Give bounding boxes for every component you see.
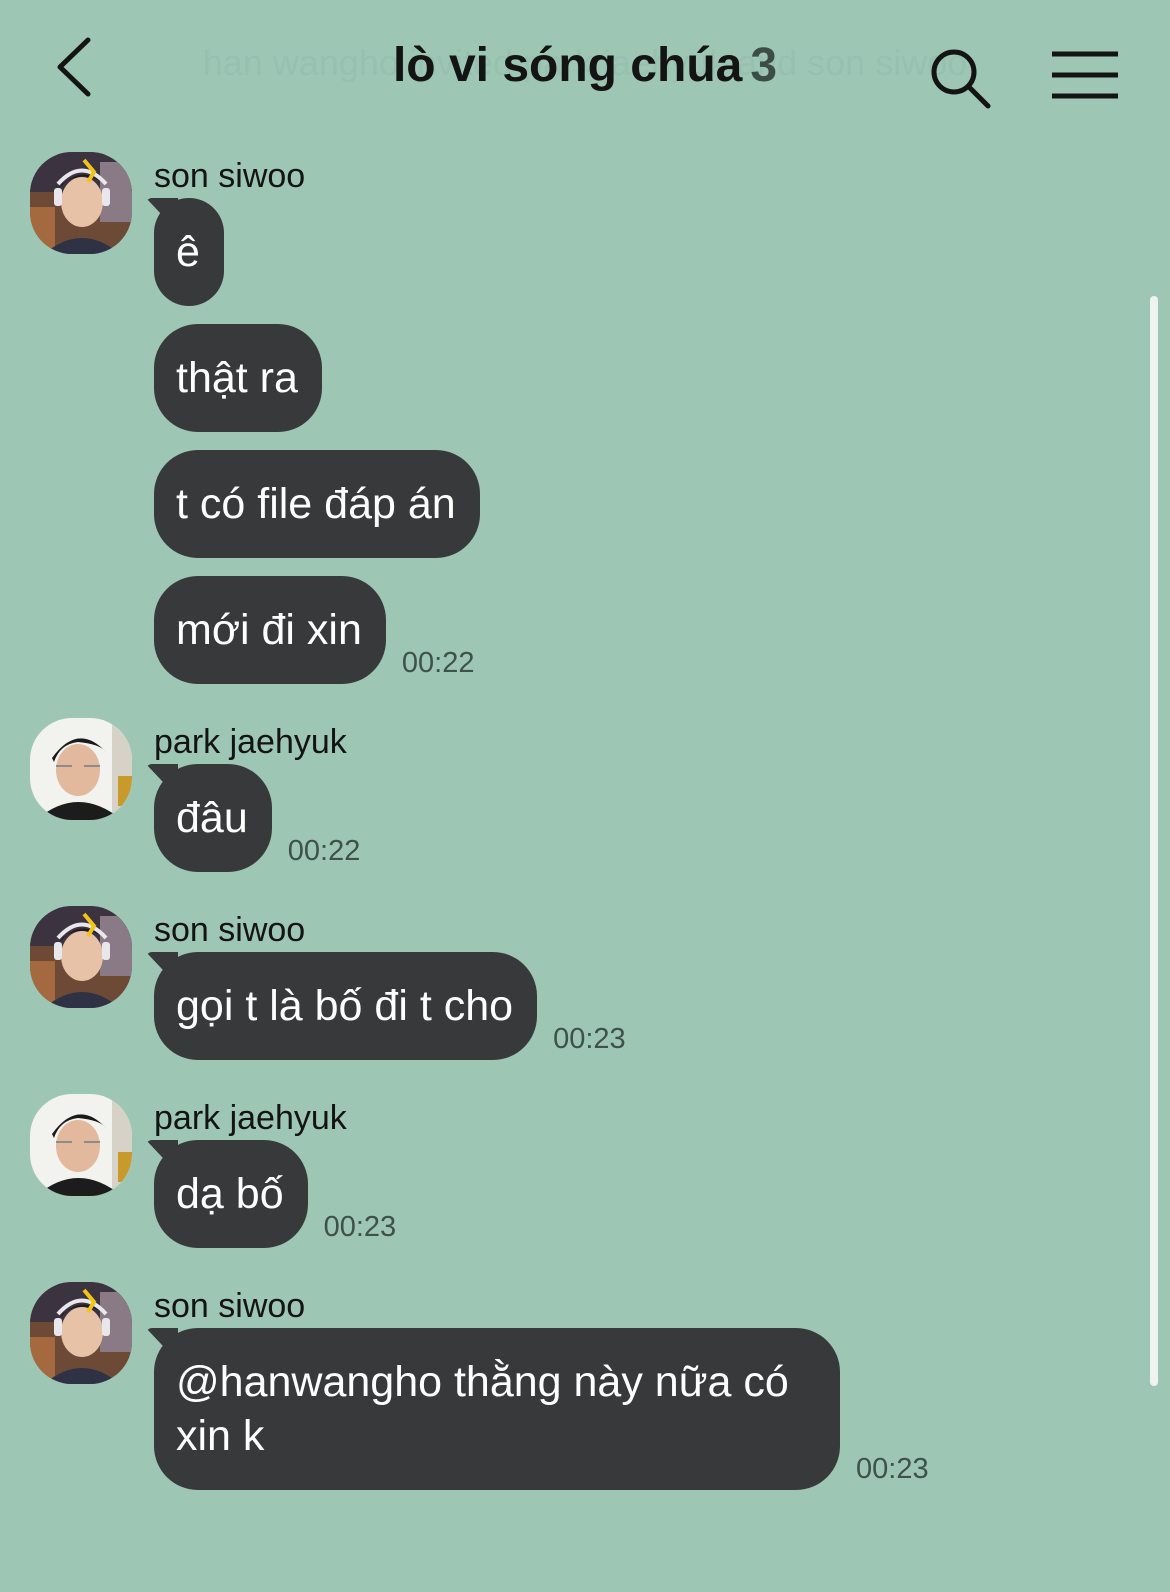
chat-title-area[interactable]: han wangho invited park jaehyuk and son …	[180, 30, 990, 110]
message-timestamp: 00:22	[401, 647, 475, 679]
message-row: ê	[154, 198, 1140, 306]
message-bubble[interactable]: t có file đáp án	[154, 450, 480, 558]
message-bubble[interactable]: @hanwangho thằng này nữa có xin k	[154, 1328, 840, 1490]
menu-button[interactable]	[1050, 48, 1120, 104]
sender-name: park jaehyuk	[154, 723, 347, 761]
message-group: son siwoo gọi t là bố đi t cho 00:23	[0, 894, 1140, 1060]
avatar-park-jaehyuk[interactable]	[30, 718, 132, 820]
message-timestamp: 00:23	[323, 1211, 397, 1243]
message-row: đâu 00:22	[154, 764, 1140, 872]
message-row: gọi t là bố đi t cho 00:23	[154, 952, 1140, 1060]
hamburger-menu-icon	[1052, 51, 1118, 99]
message-bubble[interactable]: mới đi xin	[154, 576, 386, 684]
avatar-son-siwoo[interactable]	[30, 1282, 132, 1384]
sender-name: son siwoo	[154, 157, 306, 195]
message-bubble[interactable]: ê	[154, 198, 224, 306]
member-count: 3	[750, 39, 778, 92]
message-group: park jaehyuk dạ bố 00:23	[0, 1082, 1140, 1248]
message-bubble[interactable]: gọi t là bố đi t cho	[154, 952, 538, 1060]
message-row: thật ra	[154, 324, 1140, 432]
message-bubble[interactable]: dạ bố	[154, 1140, 308, 1248]
search-button[interactable]	[928, 46, 994, 112]
message-group: son siwoo @hanwangho thằng này nữa có xin…	[0, 1270, 1140, 1490]
avatar-son-siwoo[interactable]	[30, 906, 132, 1008]
message-group: son siwoo ê thật ra t có file đáp án mới đi …	[0, 140, 1140, 684]
avatar-son-siwoo[interactable]	[30, 152, 132, 254]
message-list: son siwoo ê thật ra t có file đáp án mới đi …	[0, 140, 1140, 1508]
message-row: @hanwangho thằng này nữa có xin k 00:23	[154, 1328, 1140, 1490]
sender-name: son siwoo	[154, 911, 306, 949]
chat-room-name: lò vi sóng chúa	[392, 39, 743, 92]
sender-name: park jaehyuk	[154, 1099, 347, 1137]
message-timestamp: 00:22	[287, 835, 361, 867]
search-icon	[931, 49, 991, 109]
back-button[interactable]	[50, 32, 110, 102]
chat-title: lò vi sóng chúa 3	[180, 38, 990, 93]
message-group: park jaehyuk đâu 00:22	[0, 706, 1140, 872]
message-row: t có file đáp án	[154, 450, 1140, 558]
message-bubble[interactable]: thật ra	[154, 324, 322, 432]
message-timestamp: 00:23	[553, 1023, 626, 1055]
message-row: mới đi xin 00:22	[154, 576, 1140, 684]
avatar-park-jaehyuk[interactable]	[30, 1094, 132, 1196]
sender-name: son siwoo	[154, 1287, 306, 1325]
message-bubble[interactable]: đâu	[154, 764, 272, 872]
chat-scrollbar[interactable]	[1150, 296, 1158, 1386]
chat-header: han wangho invited park jaehyuk and son …	[0, 0, 1170, 140]
message-timestamp: 00:23	[856, 1453, 929, 1485]
message-row: dạ bố 00:23	[154, 1140, 1140, 1248]
chevron-left-icon	[57, 37, 91, 97]
